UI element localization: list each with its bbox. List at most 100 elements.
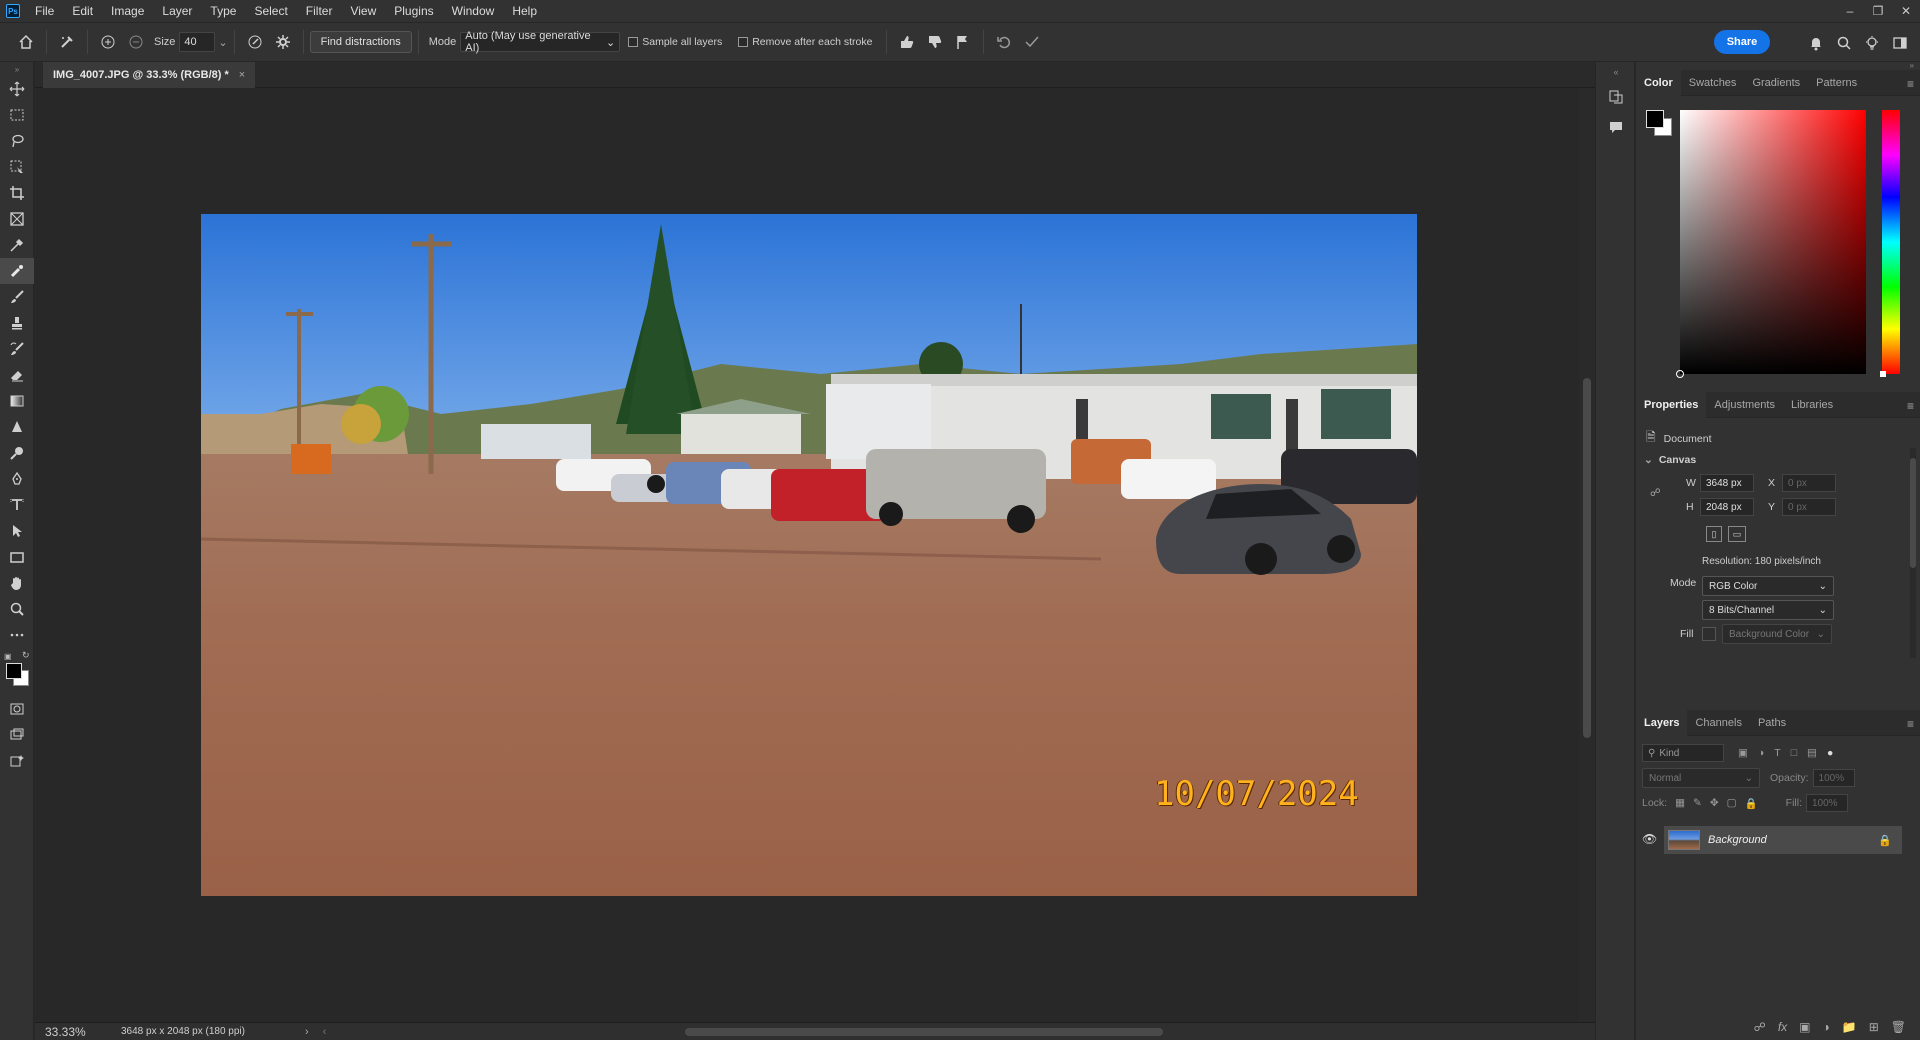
scroll-left-icon[interactable]: ‹ [323, 1026, 327, 1038]
portrait-orientation-icon[interactable]: ▯ [1706, 526, 1722, 542]
document-image[interactable]: 10/07/2024 [201, 214, 1417, 896]
horizontal-scroll-thumb[interactable] [685, 1028, 1163, 1036]
menu-layer[interactable]: Layer [153, 0, 201, 22]
filter-toggle-icon[interactable]: ● [1827, 747, 1833, 759]
add-mask-icon[interactable]: ▣ [1799, 1020, 1810, 1034]
path-selection-tool-icon[interactable] [0, 518, 34, 544]
default-colors-icon[interactable]: ▣ [4, 652, 12, 661]
menu-plugins[interactable]: Plugins [385, 0, 442, 22]
landscape-orientation-icon[interactable]: ▭ [1728, 526, 1746, 542]
eye-icon[interactable]: 👁 [1642, 832, 1657, 846]
layer-kind-filter[interactable]: ⚲ Kind [1642, 744, 1724, 762]
document-tab[interactable]: IMG_4007.JPG @ 33.3% (RGB/8) * × [43, 62, 256, 88]
panel-menu-icon[interactable]: ≡ [1907, 717, 1914, 731]
clone-stamp-tool-icon[interactable] [0, 310, 34, 336]
subtract-brush-icon[interactable] [122, 28, 150, 56]
history-brush-tool-icon[interactable] [0, 336, 34, 362]
tab-gradients[interactable]: Gradients [1744, 70, 1808, 96]
lock-pixels-icon[interactable]: ✎ [1693, 797, 1702, 809]
blend-mode-dropdown[interactable]: Normal ⌄ [1642, 768, 1760, 788]
mode-select[interactable]: Auto (May use generative AI) ⌄ [460, 30, 621, 54]
smart-object-filter-icon[interactable]: ▤ [1807, 747, 1817, 759]
hand-tool-icon[interactable] [0, 570, 34, 596]
tab-color[interactable]: Color [1636, 69, 1681, 96]
opacity-field[interactable]: 100% [1812, 769, 1855, 787]
workspace-icon[interactable] [1886, 29, 1914, 57]
generative-workspace-icon[interactable] [0, 748, 34, 774]
type-tool-icon[interactable] [0, 492, 34, 518]
comments-panel-icon[interactable] [1596, 112, 1636, 142]
undo-icon[interactable] [990, 28, 1018, 56]
size-input[interactable]: 40 [179, 32, 216, 52]
folder-icon[interactable]: 📁 [1842, 1020, 1857, 1034]
fill-field[interactable]: 100% [1806, 794, 1848, 812]
lock-all-icon[interactable]: 🔒 [1745, 797, 1758, 810]
chevron-right-icon[interactable]: › [305, 1026, 309, 1038]
adjustment-layer-icon[interactable]: ◑ [1823, 1020, 1830, 1034]
crop-tool-icon[interactable] [0, 180, 34, 206]
blur-tool-icon[interactable] [0, 414, 34, 440]
bit-depth-dropdown[interactable]: 8 Bits/Channel ⌄ [1702, 600, 1834, 620]
height-field[interactable]: 2048 px [1700, 498, 1754, 516]
x-field[interactable]: 0 px [1782, 474, 1836, 492]
pixel-layer-filter-icon[interactable]: ▣ [1738, 747, 1748, 759]
menu-type[interactable]: Type [201, 0, 245, 22]
vertical-scrollbar[interactable] [1579, 88, 1595, 1022]
link-icon[interactable]: ☍ [1650, 487, 1661, 499]
minimize-icon[interactable]: – [1836, 0, 1864, 22]
screen-mode-icon[interactable] [0, 722, 34, 748]
menu-help[interactable]: Help [503, 0, 546, 22]
quick-mask-icon[interactable] [0, 696, 34, 722]
thumbs-down-icon[interactable] [921, 28, 949, 56]
tab-layers[interactable]: Layers [1636, 709, 1688, 736]
tab-libraries[interactable]: Libraries [1783, 392, 1841, 418]
marquee-tool-icon[interactable] [0, 102, 34, 128]
hue-slider-handle[interactable] [1880, 371, 1886, 377]
frame-tool-icon[interactable] [0, 206, 34, 232]
properties-scroll-thumb[interactable] [1910, 458, 1916, 568]
tab-patterns[interactable]: Patterns [1808, 70, 1865, 96]
new-layer-icon[interactable]: ⊞ [1869, 1020, 1879, 1034]
move-tool-icon[interactable] [0, 76, 34, 102]
pressure-icon[interactable] [241, 28, 269, 56]
remove-tool-icon[interactable] [53, 28, 81, 56]
panel-menu-icon[interactable]: ≡ [1907, 77, 1914, 91]
hue-slider[interactable] [1880, 110, 1900, 377]
lock-artboard-icon[interactable]: ▢ [1727, 797, 1737, 809]
brush-tool-icon[interactable] [0, 284, 34, 310]
menu-image[interactable]: Image [102, 0, 153, 22]
share-button[interactable]: Share [1714, 30, 1770, 54]
menu-file[interactable]: File [26, 0, 63, 22]
history-panel-icon[interactable] [1596, 82, 1636, 112]
gear-icon[interactable] [269, 28, 297, 56]
color-picker-cursor[interactable] [1676, 370, 1684, 378]
pen-tool-icon[interactable] [0, 466, 34, 492]
bell-icon[interactable] [1802, 29, 1830, 57]
zoom-level[interactable]: 33.33% [45, 1025, 105, 1039]
panel-menu-icon[interactable]: ≡ [1907, 399, 1914, 413]
tab-paths[interactable]: Paths [1750, 710, 1794, 736]
menu-window[interactable]: Window [443, 0, 504, 22]
eyedropper-tool-icon[interactable] [0, 232, 34, 258]
remove-after-stroke-checkbox[interactable]: Remove after each stroke [738, 36, 872, 48]
menu-filter[interactable]: Filter [297, 0, 342, 22]
zoom-tool-icon[interactable] [0, 596, 34, 622]
lock-transparency-icon[interactable]: ▦ [1675, 797, 1685, 809]
lasso-tool-icon[interactable] [0, 128, 34, 154]
eraser-tool-icon[interactable] [0, 362, 34, 388]
vertical-scroll-thumb[interactable] [1583, 378, 1591, 738]
flag-icon[interactable] [949, 28, 977, 56]
foreground-color-swatch[interactable] [1646, 110, 1664, 128]
healing-brush-tool-icon[interactable] [0, 258, 34, 284]
swap-colors-icon[interactable]: ↻ [22, 650, 30, 661]
mode-dropdown[interactable]: RGB Color ⌄ [1702, 576, 1834, 596]
restore-icon[interactable]: ❐ [1864, 0, 1892, 22]
canvas-section-header[interactable]: ⌄ Canvas [1644, 454, 1696, 466]
trash-icon[interactable]: 🗑 [1891, 1020, 1906, 1034]
find-distractions-button[interactable]: Find distractions [309, 31, 412, 53]
thumbs-up-icon[interactable] [893, 28, 921, 56]
rectangle-tool-icon[interactable] [0, 544, 34, 570]
object-selection-tool-icon[interactable] [0, 154, 34, 180]
expand-toolbar-icon[interactable]: » [0, 62, 34, 76]
close-icon[interactable]: × [239, 69, 245, 81]
